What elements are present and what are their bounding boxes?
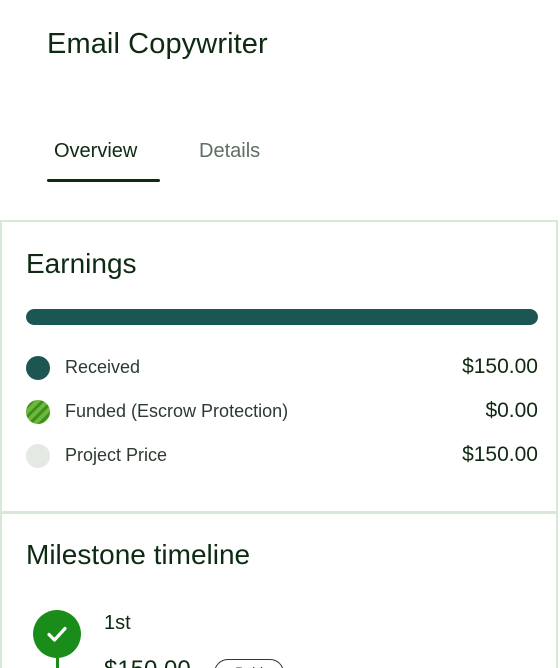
project-price-dot-icon [26,444,50,468]
contract-overview-page: Email Copywriter Overview Details Earnin… [0,0,560,668]
received-dot-icon [26,356,50,380]
earnings-card: Earnings Received $150.00 Funded (Escrow… [0,220,558,514]
active-tab-indicator [47,179,160,182]
milestone-timeline-card: Milestone timeline 1st $150.00 Paid [0,511,558,668]
funded-striped-dot-icon [26,400,50,424]
tab-overview[interactable]: Overview [54,140,137,163]
tab-details[interactable]: Details [199,140,260,163]
tab-bar: Overview Details [0,130,560,186]
checkmark-glyph [47,626,67,642]
earnings-progress-fill [26,309,538,325]
milestone-timeline-title: Milestone timeline [26,539,251,570]
legend-row-project-price: Project Price $150.00 [26,443,538,469]
milestone-amount: $150.00 [104,656,191,668]
project-price-value: $150.00 [462,443,538,466]
received-value: $150.00 [462,355,538,378]
status-badge: Paid [214,659,284,668]
funded-value: $0.00 [485,399,538,422]
legend-row-funded: Funded (Escrow Protection) $0.00 [26,399,538,425]
earnings-progress-bar [26,309,538,325]
legend-row-received: Received $150.00 [26,355,538,381]
milestone-name: 1st [104,612,131,634]
timeline-connector [56,658,59,668]
funded-label: Funded (Escrow Protection) [65,401,289,421]
project-price-label: Project Price [65,445,168,465]
earnings-title: Earnings [26,248,137,279]
check-icon [33,610,81,658]
page-title: Email Copywriter [47,28,268,60]
received-label: Received [65,357,141,377]
